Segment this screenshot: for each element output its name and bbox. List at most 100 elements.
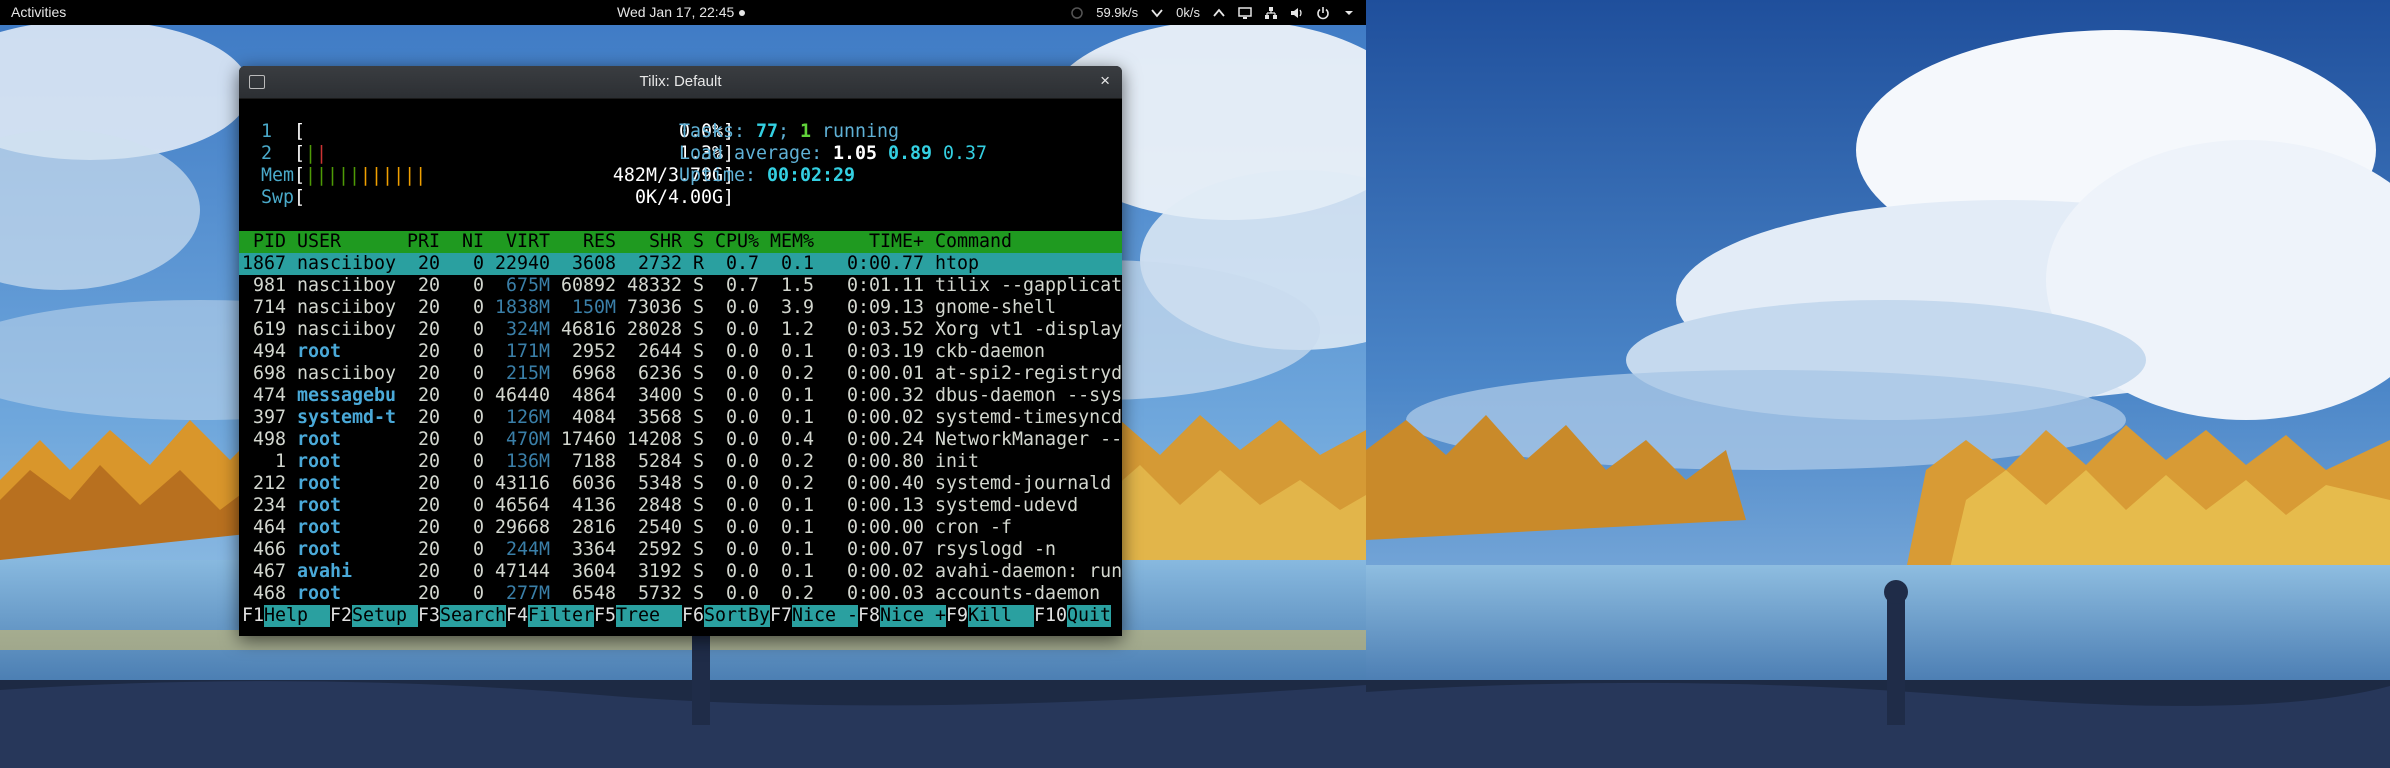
cpu1-meter: 1 [ 0.0%] Tasks: 77 ; 1 running bbox=[261, 121, 900, 142]
system-tray: 59.9k/s 0k/s bbox=[1070, 0, 1356, 25]
fkey-f1[interactable]: F1 bbox=[242, 605, 264, 627]
cell-cmd: init bbox=[935, 451, 980, 472]
process-table-header[interactable]: PID USER PRI NI VIRT RES SHR S CPU% MEM% TIME+ Comm… bbox=[239, 231, 1122, 253]
fkey-label-f6[interactable]: SortBy bbox=[704, 605, 771, 627]
fkey-f10[interactable]: F10 bbox=[1034, 605, 1067, 627]
fkey-label-f2[interactable]: Setup bbox=[352, 605, 419, 627]
fkey-label-f3[interactable]: Search bbox=[440, 605, 507, 627]
screen-recorder-icon[interactable] bbox=[1070, 6, 1084, 20]
header-virt[interactable]: VIRT bbox=[495, 231, 550, 253]
cell-pid: 466 bbox=[252, 539, 286, 560]
fkey-label-f4[interactable]: Filter bbox=[528, 605, 595, 627]
process-row[interactable]: 466 root 20 0 244M 3364 2592 S 0.0 0.1 0:00.07 rsys… bbox=[239, 539, 1122, 561]
cell-pid: 468 bbox=[252, 583, 286, 604]
header-cmd[interactable]: Command bbox=[935, 231, 1122, 253]
fkey-f4[interactable]: F4 bbox=[506, 605, 528, 627]
cell-s: S bbox=[693, 341, 705, 362]
process-row[interactable]: 498 root 20 0 470M 17460 14208 S 0.0 0.4 0:00.24 Ne… bbox=[239, 429, 1122, 451]
cell-shr: 14208 bbox=[627, 429, 683, 450]
fkey-f9[interactable]: F9 bbox=[946, 605, 968, 627]
process-row[interactable]: 212 root 20 0 43116 6036 5348 S 0.0 0.2 0:00.40 sys… bbox=[239, 473, 1122, 495]
process-row[interactable]: 698 nasciiboy 20 0 215M 6968 6236 S 0.0 0.2 0:00.0… bbox=[239, 363, 1122, 385]
process-row[interactable]: 474 messagebu 20 0 46440 4864 3400 S 0.0 0.1 0:00.… bbox=[239, 385, 1122, 407]
fkey-label-f9[interactable]: Kill bbox=[968, 605, 1035, 627]
cell-pri: 20 bbox=[417, 429, 440, 450]
cell-cmd: Xorg vt1 -display bbox=[935, 319, 1122, 340]
up-speed: 0k/s bbox=[1176, 5, 1200, 20]
swp-value: 0K/4.00G] bbox=[634, 187, 734, 208]
cell-user: root bbox=[297, 341, 342, 362]
fkey-label-f7[interactable]: Nice - bbox=[792, 605, 859, 627]
process-row[interactable]: 1 root 20 0 136M 7188 5284 S 0.0 0.2 0:00.80 init bbox=[239, 451, 1122, 473]
cell-cmd: dbus-daemon --sys bbox=[935, 385, 1122, 406]
fkey-f8[interactable]: F8 bbox=[858, 605, 880, 627]
tilix-window[interactable]: Tilix: Default × 1 [ 0.0%] Tasks: 77 ; 1… bbox=[239, 66, 1122, 636]
swp-label: Swp bbox=[261, 187, 295, 208]
fkey-f7[interactable]: F7 bbox=[770, 605, 792, 627]
cell-virt: 43116 bbox=[495, 473, 551, 494]
process-row[interactable]: 468 root 20 0 277M 6548 5732 S 0.0 0.2 0:00.03 acco… bbox=[239, 583, 1122, 605]
cell-res: 3608 bbox=[571, 253, 616, 274]
up-arrow-icon[interactable] bbox=[1212, 6, 1226, 20]
terminal-area[interactable]: 1 [ 0.0%] Tasks: 77 ; 1 running 2 [|| 1.… bbox=[239, 99, 1122, 627]
cell-virt: 171M bbox=[505, 341, 550, 362]
process-row[interactable]: 1867 nasciiboy 20 0 22940 3608 2732 R 0.7 0.1 0:00… bbox=[239, 253, 1122, 275]
cell-ni: 0 bbox=[472, 495, 484, 516]
cell-time: 0:03.52 bbox=[846, 319, 924, 340]
header-mem[interactable]: MEM% bbox=[770, 231, 814, 253]
menu-arrow-icon[interactable] bbox=[1342, 6, 1356, 20]
header-ni[interactable]: NI bbox=[451, 231, 484, 253]
header-pid[interactable]: PID bbox=[242, 231, 286, 253]
process-row[interactable]: 467 avahi 20 0 47144 3604 3192 S 0.0 0.1 0:00.02 av… bbox=[239, 561, 1122, 583]
header-s[interactable]: S bbox=[693, 231, 704, 253]
fkey-label-f8[interactable]: Nice + bbox=[880, 605, 947, 627]
header-time[interactable]: TIME+ bbox=[825, 231, 924, 253]
fkey-f2[interactable]: F2 bbox=[330, 605, 352, 627]
process-table[interactable]: 1867 nasciiboy 20 0 22940 3608 2732 R 0.7 0.1 0:00… bbox=[239, 253, 1122, 605]
fkey-f3[interactable]: F3 bbox=[418, 605, 440, 627]
activities-button[interactable]: Activities bbox=[11, 4, 66, 20]
down-arrow-icon[interactable] bbox=[1150, 6, 1164, 20]
cell-time: 0:00.07 bbox=[846, 539, 924, 560]
window-titlebar[interactable]: Tilix: Default × bbox=[239, 66, 1122, 99]
cell-time: 0:00.02 bbox=[846, 561, 924, 582]
header-cpu[interactable]: CPU% bbox=[715, 231, 759, 253]
process-row[interactable]: 397 systemd-t 20 0 126M 4084 3568 S 0.0 0.1 0:00.0… bbox=[239, 407, 1122, 429]
cell-pri: 20 bbox=[417, 363, 440, 384]
fkey-label-f1[interactable]: Help bbox=[264, 605, 331, 627]
fkey-f5[interactable]: F5 bbox=[594, 605, 616, 627]
network-icon[interactable] bbox=[1264, 6, 1278, 20]
process-row[interactable]: 981 nasciiboy 20 0 675M 60892 48332 S 0.7 1.5 0:01… bbox=[239, 275, 1122, 297]
cell-ni: 0 bbox=[472, 407, 484, 428]
cell-user: root bbox=[297, 495, 342, 516]
fkey-label-f5[interactable]: Tree bbox=[616, 605, 683, 627]
header-user[interactable]: USER bbox=[297, 231, 396, 253]
fkey-f6[interactable]: F6 bbox=[682, 605, 704, 627]
header-shr[interactable]: SHR bbox=[627, 231, 682, 253]
process-row[interactable]: 619 nasciiboy 20 0 324M 46816 28028 S 0.0 1.2 0:03… bbox=[239, 319, 1122, 341]
cell-shr: 3400 bbox=[637, 385, 682, 406]
power-icon[interactable] bbox=[1316, 6, 1330, 20]
clock-button[interactable]: Wed Jan 17, 22:45 bbox=[617, 4, 746, 20]
cell-mem: 0.2 bbox=[780, 363, 814, 384]
process-row[interactable]: 714 nasciiboy 20 0 1838M 150M 73036 S 0.0 3.9 0:09… bbox=[239, 297, 1122, 319]
cell-s: S bbox=[693, 473, 705, 494]
cell-mem: 0.1 bbox=[780, 385, 814, 406]
tasks-running: 1 bbox=[800, 121, 812, 142]
cell-cmd: gnome-shell bbox=[935, 297, 1057, 318]
cell-ni: 0 bbox=[472, 473, 484, 494]
close-button[interactable]: × bbox=[1100, 71, 1110, 91]
process-row[interactable]: 464 root 20 0 29668 2816 2540 S 0.0 0.1 0:00.00 cro… bbox=[239, 517, 1122, 539]
process-row[interactable]: 494 root 20 0 171M 2952 2644 S 0.0 0.1 0:03.19 ckb-… bbox=[239, 341, 1122, 363]
display-icon[interactable] bbox=[1238, 6, 1252, 20]
cell-virt: 244M bbox=[505, 539, 550, 560]
header-res[interactable]: RES bbox=[561, 231, 616, 253]
cell-shr: 5732 bbox=[637, 583, 682, 604]
process-row[interactable]: 234 root 20 0 46564 4136 2848 S 0.0 0.1 0:00.13 sys… bbox=[239, 495, 1122, 517]
cell-virt: 22940 bbox=[495, 253, 551, 274]
header-pri[interactable]: PRI bbox=[407, 231, 440, 253]
volume-icon[interactable] bbox=[1290, 6, 1304, 20]
cell-cmd: ckb-daemon bbox=[935, 341, 1046, 362]
cell-res: 6968 bbox=[571, 363, 616, 384]
fkey-label-f10[interactable]: Quit bbox=[1067, 605, 1112, 627]
